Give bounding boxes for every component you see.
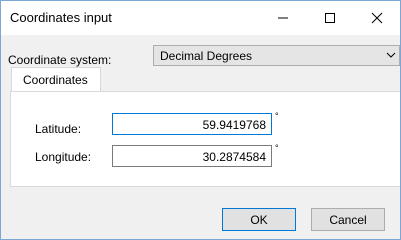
latitude-input[interactable] — [112, 113, 272, 135]
longitude-degree-symbol: ° — [275, 143, 279, 153]
title-bar[interactable]: Coordinates input — [1, 1, 400, 35]
latitude-label: Latitude: — [35, 122, 82, 136]
close-icon — [371, 12, 383, 24]
coordinates-dialog: Coordinates input Coordinate system: Dec… — [0, 0, 401, 240]
tab-coordinates[interactable]: Coordinates — [11, 67, 101, 92]
ok-button[interactable]: OK — [222, 208, 296, 231]
longitude-input[interactable] — [112, 145, 272, 167]
close-button[interactable] — [354, 1, 400, 35]
minimize-icon — [278, 17, 288, 19]
maximize-icon — [325, 13, 335, 23]
window-title: Coordinates input — [10, 10, 112, 25]
coordinate-system-label: Coordinate system: — [8, 53, 112, 67]
tab-coordinates-label: Coordinates — [23, 73, 88, 87]
coordinates-panel: Latitude: Longitude: — [10, 91, 400, 187]
coordinate-system-value: Decimal Degrees — [160, 49, 253, 63]
minimize-button[interactable] — [260, 1, 306, 35]
cancel-button[interactable]: Cancel — [311, 208, 385, 231]
latitude-degree-symbol: ° — [275, 111, 279, 121]
longitude-label: Longitude: — [35, 150, 92, 164]
coordinate-system-select[interactable]: Decimal Degrees — [153, 45, 400, 66]
chevron-down-icon — [385, 48, 397, 65]
maximize-button[interactable] — [307, 1, 353, 35]
coordinate-system-row: Coordinate system: Decimal Degrees — [1, 35, 400, 67]
